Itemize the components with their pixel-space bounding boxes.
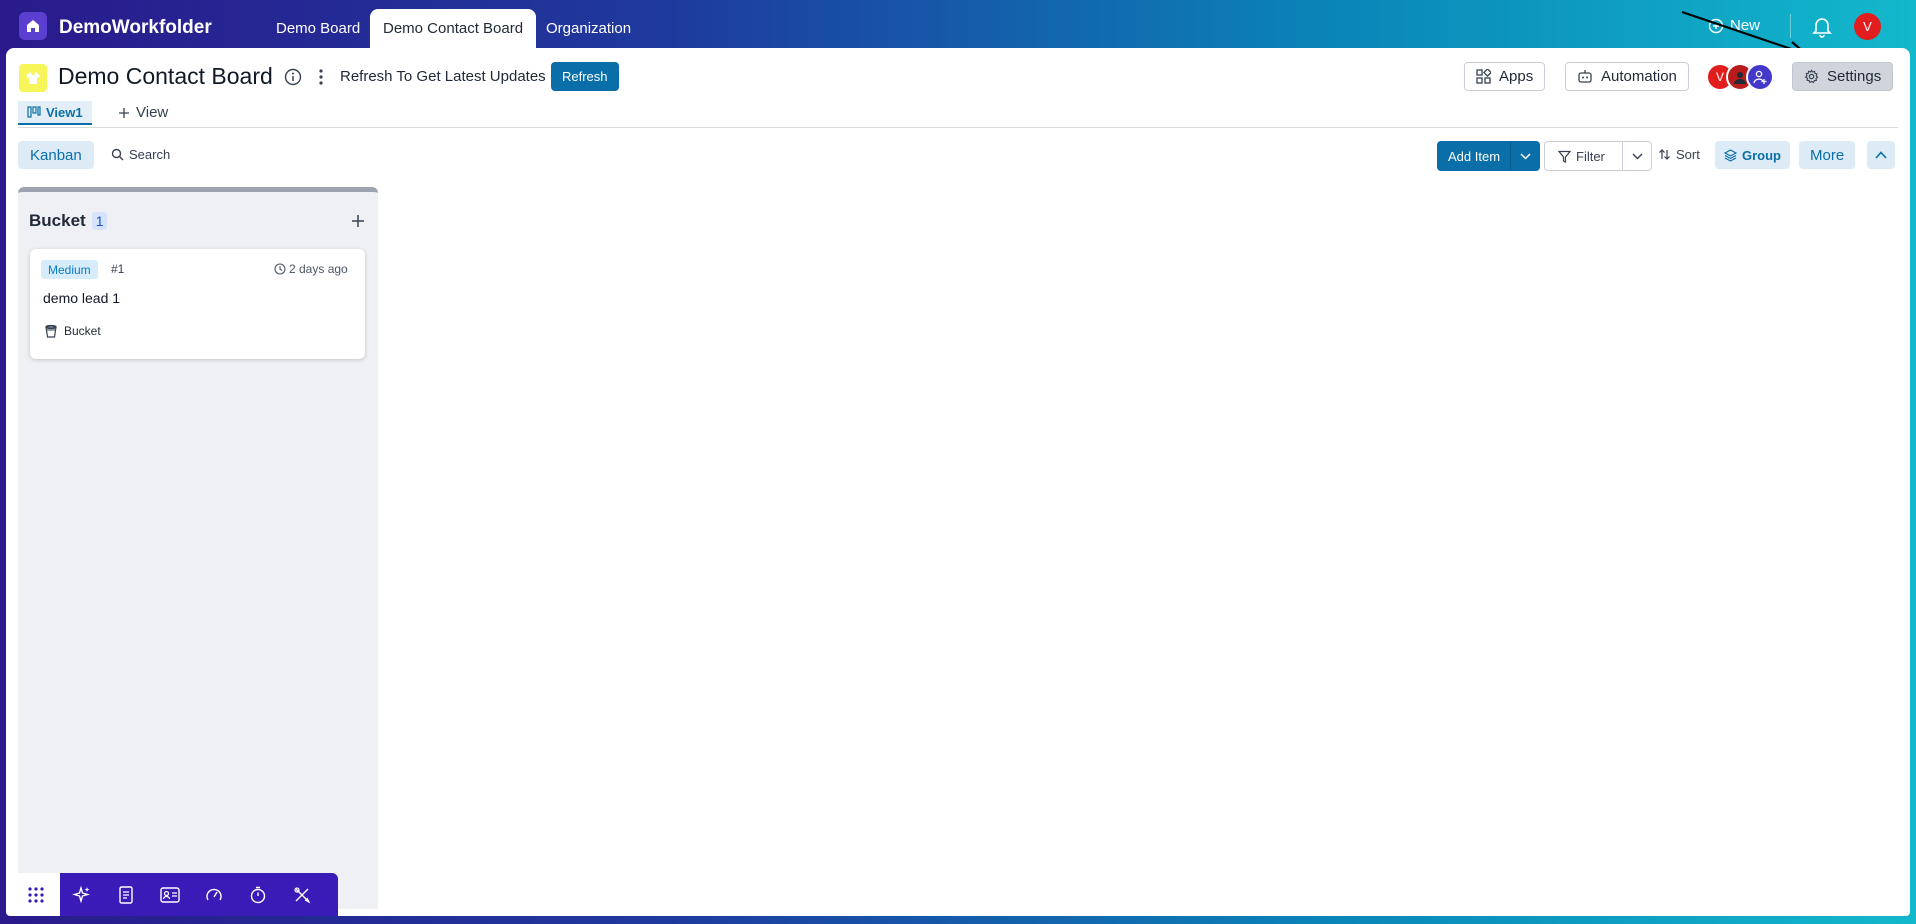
layers-icon <box>1724 148 1737 162</box>
column-count-badge: 1 <box>91 212 108 230</box>
sort-label: Sort <box>1676 147 1700 162</box>
sparkle-icon[interactable] <box>60 873 104 916</box>
add-item-button[interactable]: Add Item <box>1437 141 1540 171</box>
automation-button-label: Automation <box>1601 68 1677 85</box>
gauge-icon[interactable] <box>192 873 236 916</box>
search-button[interactable]: Search <box>111 147 170 162</box>
view-tab-label: View1 <box>46 104 83 120</box>
board-shirt-icon <box>19 64 47 92</box>
group-label: Group <box>1742 147 1781 163</box>
more-vertical-icon[interactable] <box>316 66 326 88</box>
apps-button-label: Apps <box>1499 68 1534 85</box>
plus-icon <box>119 107 129 118</box>
card-bucket: Bucket <box>44 324 101 338</box>
card-time-label: 2 days ago <box>289 262 348 276</box>
filter-dropdown[interactable] <box>1623 153 1651 160</box>
bucket-icon <box>45 324 57 338</box>
gear-icon <box>1804 69 1819 84</box>
info-icon[interactable] <box>284 68 302 86</box>
column-title: Bucket <box>29 211 86 230</box>
top-navigation-bar: DemoWorkfolder Demo Board Demo Contact B… <box>0 0 1916 57</box>
card-id: #1 <box>111 262 125 276</box>
filter-label: Filter <box>1576 148 1605 164</box>
tab-demo-contact-board[interactable]: Demo Contact Board <box>370 9 537 48</box>
settings-button[interactable]: Settings <box>1792 62 1894 91</box>
kanban-view-icon <box>27 106 41 118</box>
tab-demo-board[interactable]: Demo Board <box>263 9 373 48</box>
tools-icon[interactable] <box>280 873 324 916</box>
sort-arrows-icon <box>1659 149 1670 160</box>
robot-icon <box>1578 70 1592 83</box>
search-label: Search <box>129 147 171 162</box>
add-view-label: View <box>136 104 169 121</box>
priority-badge: Medium <box>41 260 98 279</box>
board-title: Demo Contact Board <box>58 63 273 89</box>
refresh-button[interactable]: Refresh <box>551 62 619 91</box>
chevron-down-icon <box>1632 153 1642 159</box>
apps-button[interactable]: Apps <box>1464 62 1546 91</box>
more-button[interactable]: More <box>1799 141 1856 169</box>
filter-main[interactable]: Filter <box>1545 149 1622 164</box>
chevron-up-icon <box>1875 151 1887 159</box>
kanban-view-button[interactable]: Kanban <box>18 141 94 169</box>
add-item-dropdown[interactable] <box>1511 152 1540 160</box>
board-panel: Demo Contact Board Refresh To Get Latest… <box>6 48 1910 916</box>
contact-card-icon[interactable] <box>148 873 192 916</box>
sort-button[interactable]: Sort <box>1658 147 1700 162</box>
clock-icon <box>274 263 286 275</box>
tab-view1[interactable]: View1 <box>18 101 92 125</box>
collapse-toolbar-button[interactable] <box>1867 141 1895 169</box>
workspace-title[interactable]: DemoWorkfolder <box>59 17 212 39</box>
card-title: demo lead 1 <box>43 290 121 306</box>
column-header: Bucket 1 <box>29 211 108 231</box>
document-icon[interactable] <box>104 873 148 916</box>
home-icon[interactable] <box>19 12 47 40</box>
timer-icon[interactable] <box>236 873 280 916</box>
tabs-divider <box>18 127 1898 128</box>
bottom-dock <box>12 873 338 916</box>
tab-organization[interactable]: Organization <box>533 9 644 48</box>
add-user-icon <box>1753 70 1767 84</box>
add-item-label[interactable]: Add Item <box>1437 149 1510 164</box>
add-card-icon[interactable] <box>350 213 366 229</box>
automation-button[interactable]: Automation <box>1565 62 1689 91</box>
kanban-column: Bucket 1 Medium #1 2 days ago demo lead … <box>18 187 378 909</box>
card-timestamp: 2 days ago <box>274 262 348 276</box>
add-view-button[interactable]: View <box>118 104 168 121</box>
card-bucket-label: Bucket <box>64 324 101 338</box>
chevron-down-icon <box>1520 152 1531 160</box>
filter-icon <box>1558 150 1571 163</box>
group-button[interactable]: Group <box>1715 141 1790 169</box>
refresh-message: Refresh To Get Latest Updates <box>340 68 546 85</box>
filter-button[interactable]: Filter <box>1544 141 1652 171</box>
apps-icon <box>1476 69 1491 84</box>
settings-button-label: Settings <box>1827 68 1882 85</box>
search-icon <box>111 148 124 161</box>
kanban-card[interactable]: Medium #1 2 days ago demo lead 1 Bucket <box>30 249 365 359</box>
user-avatar[interactable]: V <box>1854 13 1881 40</box>
board-members[interactable]: V <box>1706 63 1778 91</box>
add-member-button[interactable] <box>1746 63 1774 91</box>
apps-grid-icon[interactable] <box>12 873 60 916</box>
